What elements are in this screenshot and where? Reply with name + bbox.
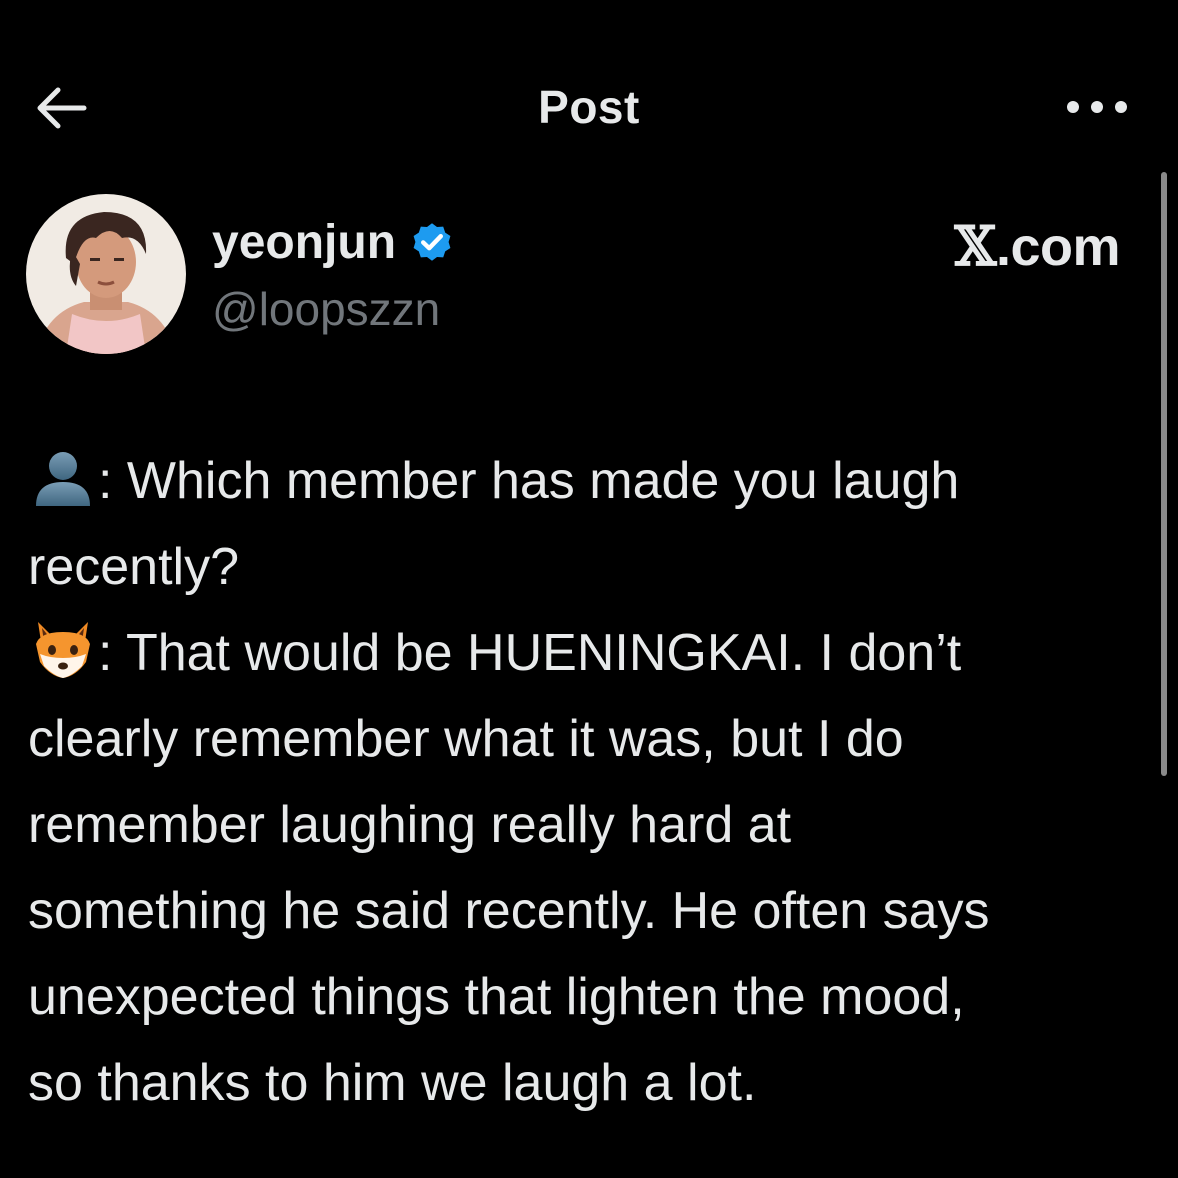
bust-in-silhouette-emoji — [28, 442, 98, 512]
question-text-1: : Which member has made you laugh — [98, 452, 960, 510]
author-handle[interactable]: @loopszzn — [212, 282, 440, 336]
post-line: remember laughing really hard at — [28, 796, 792, 854]
author-name: yeonjun — [212, 215, 397, 269]
x-com-watermark: 𝕏.com — [954, 214, 1121, 278]
avatar[interactable] — [26, 194, 186, 354]
post-text: : Which member has made you laugh recent… — [28, 438, 1138, 1126]
top-bar: Post — [0, 0, 1178, 200]
post-line: something he said recently. He often say… — [28, 882, 990, 940]
post-line: clearly remember what it was, but I do — [28, 710, 904, 768]
scrollbar-thumb[interactable] — [1161, 172, 1167, 776]
more-horizontal-icon — [1067, 101, 1127, 113]
avatar-photo — [26, 194, 186, 354]
watermark-domain: .com — [995, 217, 1121, 277]
post-line: : That would be HUENINGKAI. I don’t — [28, 610, 1138, 696]
fox-face-emoji — [28, 614, 98, 684]
verified-badge-icon — [413, 223, 451, 261]
more-options-button[interactable] — [1058, 84, 1136, 130]
post-line: unexpected things that lighten the mood, — [28, 968, 965, 1026]
scrollbar[interactable] — [1158, 172, 1170, 776]
post-line: recently? — [28, 538, 239, 596]
x-logo: 𝕏 — [954, 214, 997, 278]
post-line: : Which member has made you laugh — [28, 438, 1138, 524]
page-title: Post — [538, 81, 640, 133]
author-name-row[interactable]: yeonjun — [212, 212, 456, 272]
answer-text-1: : That would be HUENINGKAI. I don’t — [98, 624, 962, 682]
post-line: so thanks to him we laugh a lot. — [28, 1054, 757, 1112]
